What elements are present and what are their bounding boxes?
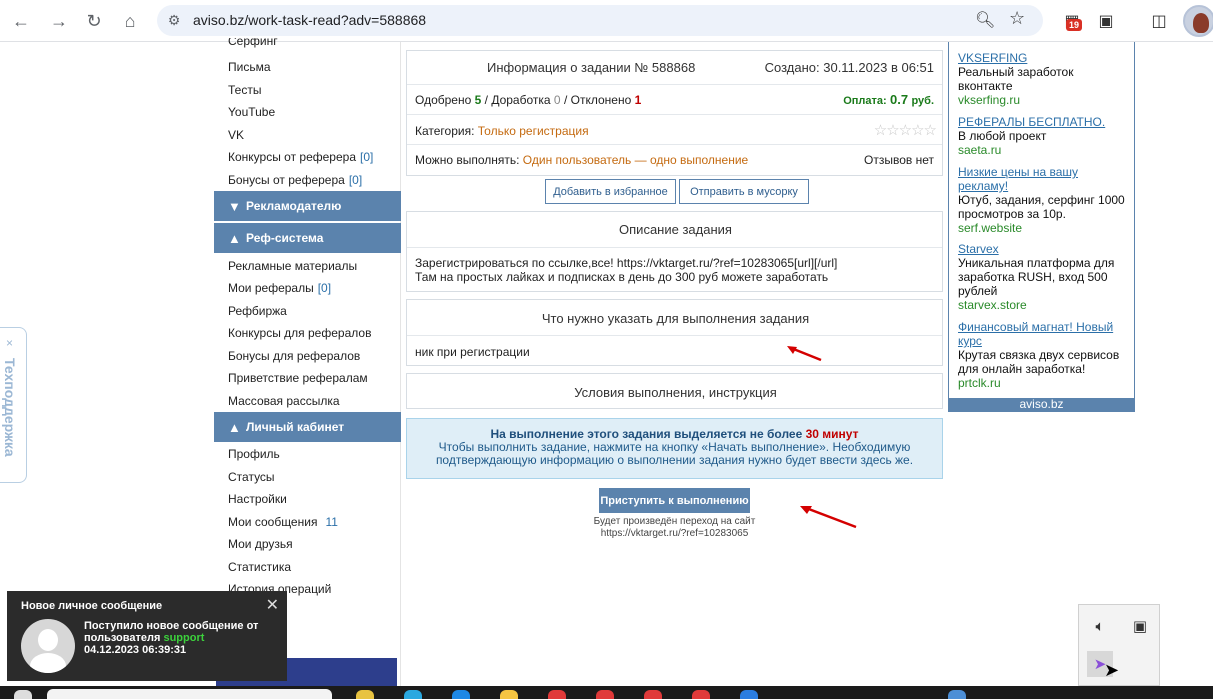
sidebar-item-friends[interactable]: Мои друзья (228, 537, 293, 551)
conditions-header[interactable]: Условия выполнения, инструкция (407, 385, 944, 400)
notification-text: Поступило новое сообщение от пользовател… (84, 620, 259, 656)
menu-section-cabinet[interactable]: ▲ Личный кабинет (214, 412, 401, 442)
taskbar-app-icon[interactable] (356, 690, 374, 699)
requirements-text: ник при регистрации (415, 345, 530, 359)
home-icon[interactable]: ⌂ (118, 9, 142, 33)
ad-item[interactable]: VKSERFING Реальный заработок вконтакте v… (958, 51, 1130, 107)
network-icon[interactable]: ▣ (1127, 613, 1153, 639)
ad-item[interactable]: Низкие цены на вашу рекламу! Ютуб, задан… (958, 165, 1130, 235)
menu-section-ref-system[interactable]: ▲ Реф-система (214, 223, 401, 253)
sidebar-item-statuses[interactable]: Статусы (228, 470, 275, 484)
taskbar-app-icon[interactable] (644, 690, 662, 699)
sidebar-item-tests[interactable]: Тесты (228, 83, 261, 97)
task-pay: Оплата: 0.7 руб. (843, 92, 934, 107)
mouse-cursor-icon: ➤ (1104, 660, 1120, 680)
sidebar-item-referrer-contests[interactable]: Конкурсы от реферера [0] (228, 150, 373, 164)
sidebar-item-messages[interactable]: Мои сообщения 11 (228, 515, 338, 529)
message-notification[interactable]: Новое личное сообщение ✕ Поступило новое… (7, 591, 287, 681)
taskbar-search[interactable] (47, 689, 332, 699)
task-conditions-panel[interactable]: Условия выполнения, инструкция (406, 373, 943, 409)
sidebar-item-letters[interactable]: Письма (228, 60, 271, 74)
ads-footer[interactable]: aviso.bz (949, 398, 1134, 411)
forward-icon[interactable]: → (47, 9, 71, 33)
task-category: Категория: Только регистрация (415, 124, 589, 138)
taskbar-app-icon[interactable] (548, 690, 566, 699)
sidebar-item-statistics[interactable]: Статистика (228, 560, 291, 574)
folder-icon[interactable] (500, 690, 518, 699)
sidebar-item-serfing[interactable]: Серфинг (228, 38, 278, 48)
techsupport-tab[interactable]: × Техподдержка (0, 327, 27, 483)
start-icon[interactable] (14, 690, 32, 699)
sidebar-item-ref-bonuses[interactable]: Бонусы для рефералов (228, 349, 360, 363)
send-to-trash-button[interactable]: Отправить в мусорку (679, 179, 809, 204)
ad-item[interactable]: Финансовый магнат! Новый курс Крутая свя… (958, 320, 1130, 390)
taskbar-app-icon[interactable] (596, 690, 614, 699)
task-title: Информация о задании № 588868 (487, 60, 696, 75)
task-reviews[interactable]: Отзывов нет (864, 153, 934, 167)
url-text[interactable]: aviso.bz/work-task-read?adv=588868 (193, 12, 426, 28)
description-header: Описание задания (619, 222, 732, 237)
sidebar-item-ref-contests[interactable]: Конкурсы для рефералов (228, 326, 371, 340)
ad-item[interactable]: РЕФЕРАЛЫ БЕСПЛАТНО. В любой проект saeta… (958, 115, 1130, 157)
zoom-icon[interactable]: 🔍︎ (975, 10, 995, 30)
sidebar-item-promo-materials[interactable]: Рекламные материалы (228, 259, 357, 273)
ads-column: VKSERFING Реальный заработок вконтакте v… (948, 42, 1135, 412)
sidebar-item-referrer-bonuses[interactable]: Бонусы от реферера [0] (228, 173, 362, 187)
sidebar-item-my-referrals[interactable]: Мои рефералы [0] (228, 281, 331, 295)
ad-item[interactable]: Starvex Уникальная платформа для заработ… (958, 242, 1130, 312)
profile-avatar[interactable] (1183, 5, 1213, 37)
task-stats: Одобрено 5 / Доработка 0 / Отклонено 1 (415, 93, 642, 107)
side-panel-icon[interactable]: ◫ (1147, 9, 1171, 33)
menu-section-advertiser[interactable]: ▼ Рекламодателю (214, 191, 401, 221)
browser-toolbar: ← → ↻ ⌂ ⚙ aviso.bz/work-task-read?adv=58… (0, 0, 1213, 42)
sidebar-item-mass-mailing[interactable]: Массовая рассылка (228, 394, 340, 408)
close-icon[interactable]: ✕ (266, 595, 279, 615)
task-info-panel: Информация о задании № 588868 Создано: 3… (406, 50, 943, 176)
sidebar-item-settings[interactable]: Настройки (228, 492, 287, 506)
start-task-button[interactable]: Приступить к выполнению (599, 488, 750, 513)
time-limit-notice: На выполнение этого задания выделяется н… (406, 418, 943, 479)
taskbar-app-icon[interactable] (740, 690, 758, 699)
windows-taskbar (0, 686, 1213, 699)
notification-title: Новое личное сообщение (21, 600, 163, 612)
task-requirements-panel: Что нужно указать для выполнения задания… (406, 299, 943, 366)
site-settings-icon[interactable]: ⚙ (165, 11, 183, 29)
taskbar-app-icon[interactable] (692, 690, 710, 699)
annotation-arrow (787, 346, 822, 362)
taskbar-app-icon[interactable] (404, 690, 422, 699)
taskbar-app-icon[interactable] (948, 690, 966, 699)
task-can-do: Можно выполнять: Один пользователь — одн… (415, 153, 749, 167)
chevron-up-icon: ▲ (228, 230, 241, 246)
speaker-icon[interactable]: 🔈︎ (1087, 613, 1113, 639)
sidebar-item-profile[interactable]: Профиль (228, 447, 280, 461)
extension-badge: 19 (1066, 19, 1083, 31)
extensions-puzzle-icon[interactable]: ▣ (1094, 9, 1118, 33)
add-favorite-button[interactable]: Добавить в избранное (545, 179, 676, 204)
annotation-arrow (800, 506, 857, 529)
chevron-down-icon: ▼ (228, 198, 241, 214)
sidebar-item-vk[interactable]: VK (228, 128, 244, 142)
address-bar[interactable]: ⚙ aviso.bz/work-task-read?adv=588868 🔍︎ … (157, 5, 1043, 36)
chevron-up-icon: ▲ (228, 419, 241, 435)
sidebar-item-ref-greeting[interactable]: Приветствие рефералам (228, 371, 368, 385)
task-description-panel: Описание задания Зарегистрироваться по с… (406, 211, 943, 292)
description-line-1: Зарегистрироваться по ссылке,все! https:… (415, 256, 838, 270)
sidebar-item-youtube[interactable]: YouTube (228, 105, 275, 119)
requirements-header: Что нужно указать для выполнения задания (541, 311, 810, 326)
reload-icon[interactable]: ↻ (82, 9, 106, 33)
bookmark-star-icon[interactable]: ☆ (1009, 8, 1025, 29)
task-created: Создано: 30.11.2023 в 06:51 (764, 60, 934, 75)
sidebar-item-ref-exchange[interactable]: Рефбиржа (228, 304, 287, 318)
sender-avatar (21, 619, 75, 673)
close-icon[interactable]: × (6, 336, 13, 350)
description-line-2: Там на простых лайках и подписках в день… (415, 270, 829, 284)
rating-stars[interactable]: ☆☆☆☆☆ (874, 121, 937, 139)
techsupport-label[interactable]: Техподдержка (2, 358, 18, 457)
redirect-note: Будет произведён переход на сайт https:/… (593, 516, 756, 539)
taskbar-app-icon[interactable] (452, 690, 470, 699)
back-icon[interactable]: ← (9, 9, 33, 33)
